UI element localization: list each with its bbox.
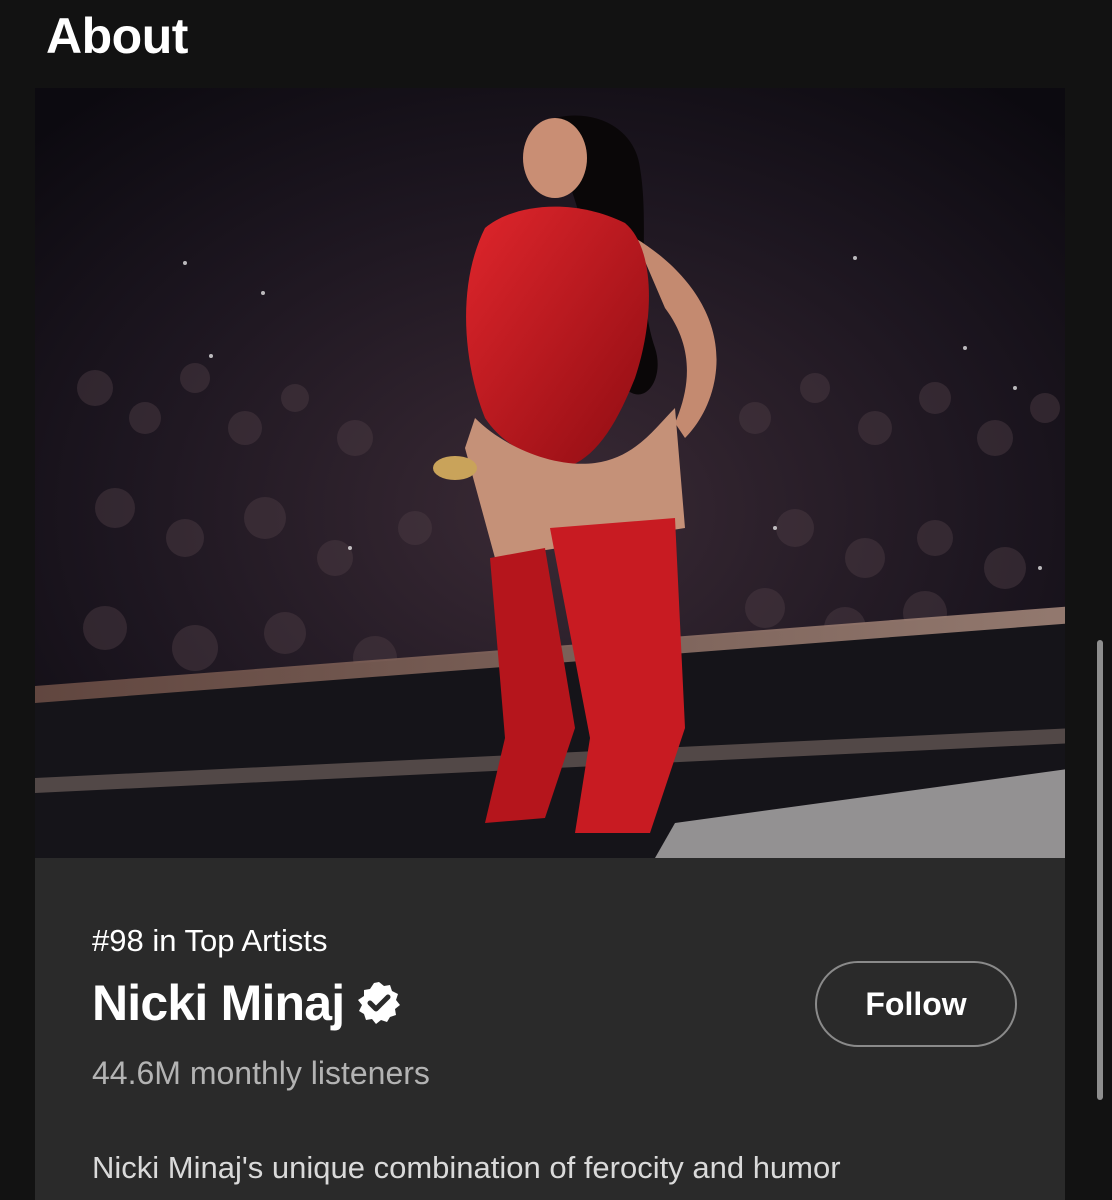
section-title: About [46, 8, 188, 64]
top-artists-rank: #98 in Top Artists [92, 923, 328, 958]
scrollbar[interactable] [1097, 640, 1103, 1100]
about-card[interactable]: #98 in Top Artists Nicki Minaj 44.6M mon… [35, 88, 1065, 1200]
verified-badge-icon [356, 980, 402, 1026]
artist-name: Nicki Minaj [92, 975, 345, 1031]
follow-button[interactable]: Follow [815, 961, 1017, 1047]
artist-name-row: Nicki Minaj [92, 968, 402, 1038]
artist-about-screen: About #98 in Top Artists Nicki Minaj 44.… [0, 0, 1112, 1200]
artist-photo [35, 88, 1065, 858]
artist-bio: Nicki Minaj's unique combination of fero… [92, 1150, 841, 1185]
monthly-listeners: 44.6M monthly listeners [92, 1055, 430, 1091]
